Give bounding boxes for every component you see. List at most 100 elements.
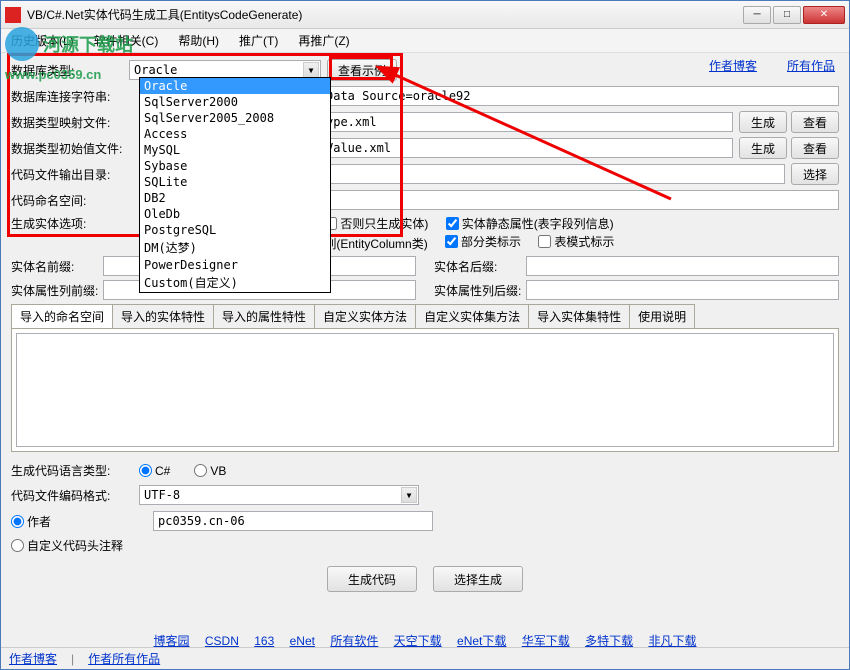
titlebar: VB/C#.Net实体代码生成工具(EntitysCodeGenerate) ─… bbox=[1, 1, 849, 29]
statusbar-link-works[interactable]: 作者所有作品 bbox=[88, 650, 160, 667]
close-button[interactable]: ✕ bbox=[803, 6, 845, 24]
tab-import-set-attr[interactable]: 导入实体集特性 bbox=[528, 304, 630, 328]
combo-encoding[interactable]: UTF-8 ▼ bbox=[139, 485, 419, 505]
footer-link[interactable]: 博客园 bbox=[154, 634, 190, 648]
tab-namespace[interactable]: 导入的命名空间 bbox=[11, 304, 113, 328]
dropdown-option[interactable]: SQLite bbox=[140, 174, 330, 190]
dropdown-option[interactable]: SqlServer2005_2008 bbox=[140, 110, 330, 126]
input-author[interactable] bbox=[153, 511, 433, 531]
menu-software[interactable]: 软件相关(C) bbox=[90, 30, 163, 51]
label-encoding: 代码文件编码格式: bbox=[11, 487, 129, 504]
chevron-down-icon: ▼ bbox=[401, 487, 417, 503]
row-gen-opts: 生成实体选项: 否则只生成实体) 实体静态属性(表字段列信息) 列(Entity… bbox=[11, 215, 839, 252]
footer-link[interactable]: 非凡下载 bbox=[648, 634, 696, 648]
dropdown-option[interactable]: PostgreSQL bbox=[140, 222, 330, 238]
row-namespace: 代码命名空间: bbox=[11, 189, 839, 211]
footer-link[interactable]: 所有软件 bbox=[330, 634, 378, 648]
tab-custom-set-method[interactable]: 自定义实体集方法 bbox=[415, 304, 529, 328]
view-button-1[interactable]: 查看 bbox=[791, 111, 839, 133]
row-type-map: 数据类型映射文件: 生成 查看 bbox=[11, 111, 839, 133]
dropdown-option[interactable]: Custom(自定义) bbox=[140, 273, 330, 292]
footer-link[interactable]: 163 bbox=[254, 634, 274, 648]
dropdown-option[interactable]: Sybase bbox=[140, 158, 330, 174]
minimize-button[interactable]: ─ bbox=[743, 6, 771, 24]
label-lang-type: 生成代码语言类型: bbox=[11, 462, 129, 479]
row-init-val: 数据类型初始值文件: 生成 查看 bbox=[11, 137, 839, 159]
statusbar-link-blog[interactable]: 作者博客 bbox=[9, 650, 57, 667]
generate-code-button[interactable]: 生成代码 bbox=[327, 566, 417, 592]
maximize-button[interactable]: □ bbox=[773, 6, 801, 24]
chk-table-mode[interactable] bbox=[538, 235, 551, 248]
row-output-dir: 代码文件输出目录: 选择 bbox=[11, 163, 839, 185]
window-buttons: ─ □ ✕ bbox=[743, 6, 845, 24]
tab-strip: 导入的命名空间 导入的实体特性 导入的属性特性 自定义实体方法 自定义实体集方法… bbox=[11, 304, 839, 328]
input-init-val[interactable] bbox=[321, 138, 733, 158]
dropdown-option[interactable]: SqlServer2000 bbox=[140, 94, 330, 110]
chk-static-attr[interactable] bbox=[446, 217, 459, 230]
footer-link[interactable]: eNet下载 bbox=[457, 634, 506, 648]
generate-button-2[interactable]: 生成 bbox=[739, 137, 787, 159]
tab-prop-attr[interactable]: 导入的属性特性 bbox=[213, 304, 315, 328]
menu-repromote[interactable]: 再推广(Z) bbox=[294, 30, 353, 51]
input-type-map[interactable] bbox=[321, 112, 733, 132]
label-attr-suffix: 实体属性列后缀: bbox=[434, 282, 526, 299]
footer-link[interactable]: 华军下载 bbox=[522, 634, 570, 648]
view-button-2[interactable]: 查看 bbox=[791, 137, 839, 159]
dropdown-option[interactable]: OleDb bbox=[140, 206, 330, 222]
radio-author[interactable] bbox=[11, 515, 24, 528]
select-dir-button[interactable]: 选择 bbox=[791, 163, 839, 185]
input-conn-str[interactable] bbox=[321, 86, 839, 106]
label-db-type: 数据库类型: bbox=[11, 62, 129, 79]
dropdown-option[interactable]: MySQL bbox=[140, 142, 330, 158]
menu-history[interactable]: 历史版本(L) bbox=[7, 30, 78, 51]
input-namespace[interactable] bbox=[321, 190, 839, 210]
radio-vb[interactable] bbox=[194, 464, 207, 477]
footer-link[interactable]: 天空下载 bbox=[394, 634, 442, 648]
input-suffix[interactable] bbox=[526, 256, 839, 276]
select-generate-button[interactable]: 选择生成 bbox=[433, 566, 523, 592]
label-type-map: 数据类型映射文件: bbox=[11, 114, 129, 131]
input-output-dir[interactable] bbox=[321, 164, 785, 184]
dropdown-option[interactable]: DM(达梦) bbox=[140, 238, 330, 257]
tab-entity-attr[interactable]: 导入的实体特性 bbox=[112, 304, 214, 328]
dropdown-option[interactable]: PowerDesigner bbox=[140, 257, 330, 273]
radio-csharp[interactable] bbox=[139, 464, 152, 477]
menu-help[interactable]: 帮助(H) bbox=[174, 30, 223, 51]
content-area: 作者博客 所有作品 数据库类型: Oracle ▼ 查看示例 Oracle Sq… bbox=[1, 53, 849, 655]
dropdown-option[interactable]: Access bbox=[140, 126, 330, 142]
top-links: 作者博客 所有作品 bbox=[709, 57, 835, 74]
app-icon bbox=[5, 7, 21, 23]
chevron-down-icon: ▼ bbox=[303, 62, 319, 78]
namespace-textarea[interactable] bbox=[16, 333, 834, 447]
tab-custom-method[interactable]: 自定义实体方法 bbox=[314, 304, 416, 328]
status-bar: 作者博客 | 作者所有作品 bbox=[1, 647, 849, 669]
footer-link[interactable]: eNet bbox=[290, 634, 315, 648]
menu-promote[interactable]: 推广(T) bbox=[235, 30, 282, 51]
label-prefix: 实体名前缀: bbox=[11, 258, 103, 275]
radio-custom-header[interactable] bbox=[11, 539, 24, 552]
tab-usage[interactable]: 使用说明 bbox=[629, 304, 695, 328]
footer-link[interactable]: CSDN bbox=[205, 634, 239, 648]
input-attr-suffix[interactable] bbox=[526, 280, 839, 300]
window-title: VB/C#.Net实体代码生成工具(EntitysCodeGenerate) bbox=[27, 6, 743, 23]
view-example-button[interactable]: 查看示例 bbox=[327, 59, 397, 81]
label-conn-str: 数据库连接字符串: bbox=[11, 88, 129, 105]
label-output-dir: 代码文件输出目录: bbox=[11, 166, 129, 183]
link-all-works[interactable]: 所有作品 bbox=[787, 57, 835, 74]
link-author-blog[interactable]: 作者博客 bbox=[709, 57, 757, 74]
label-gen-opts: 生成实体选项: bbox=[11, 215, 129, 232]
label-suffix: 实体名后缀: bbox=[434, 258, 526, 275]
label-namespace: 代码命名空间: bbox=[11, 192, 129, 209]
tab-body bbox=[11, 328, 839, 452]
db-type-dropdown: Oracle SqlServer2000 SqlServer2005_2008 … bbox=[139, 77, 331, 293]
generate-button-1[interactable]: 生成 bbox=[739, 111, 787, 133]
menubar: 历史版本(L) 软件相关(C) 帮助(H) 推广(T) 再推广(Z) bbox=[1, 29, 849, 53]
label-init-val: 数据类型初始值文件: bbox=[11, 140, 129, 157]
chk-partial-class[interactable] bbox=[445, 235, 458, 248]
dropdown-option[interactable]: DB2 bbox=[140, 190, 330, 206]
footer-link[interactable]: 多特下载 bbox=[585, 634, 633, 648]
app-window: VB/C#.Net实体代码生成工具(EntitysCodeGenerate) ─… bbox=[0, 0, 850, 670]
label-attr-prefix: 实体属性列前缀: bbox=[11, 282, 103, 299]
row-conn-str: 数据库连接字符串: bbox=[11, 85, 839, 107]
dropdown-option[interactable]: Oracle bbox=[140, 78, 330, 94]
